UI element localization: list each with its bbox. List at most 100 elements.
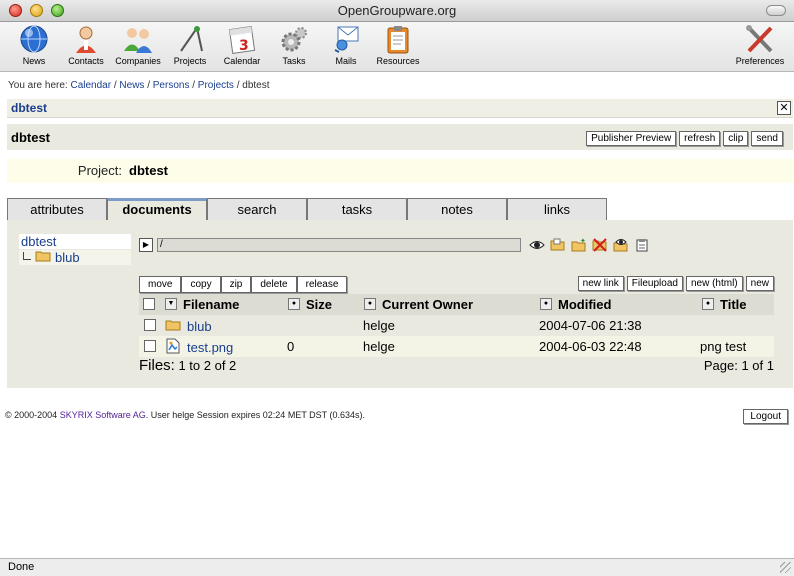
sort-modified-icon[interactable]: ● [540,298,552,310]
folder-icon [165,319,181,334]
file-size: 0 [287,339,295,354]
file-owner: helge [363,318,395,333]
delete-button[interactable]: delete [251,276,297,293]
breadcrumb-persons-link[interactable]: Persons [153,80,190,91]
breadcrumb-current: dbtest [242,80,270,91]
svg-text:3: 3 [239,38,249,54]
col-title[interactable]: Title [720,297,747,312]
breadcrumb: You are here: Calendar / News / Persons … [8,80,270,91]
toolbar-toggle-button[interactable] [766,5,786,16]
copy-button[interactable]: copy [181,276,221,293]
toolbar-contacts[interactable]: Contacts [59,23,113,66]
folder-tree: dbtest blub [19,234,131,265]
toolbar-companies[interactable]: Companies [111,23,165,66]
copyright-text: © 2000-2004 [5,410,58,420]
toolbar-companies-label: Companies [115,56,161,66]
path-input[interactable]: / [157,238,521,252]
file-actions-right: new link Fileupload new (html) new [577,276,774,291]
app-toolbar: News Contacts Companies Projects 3 Calen… [0,22,794,72]
file-name-link[interactable]: test.png [187,340,233,355]
new-html-button[interactable]: new (html) [685,276,743,291]
toolbar-tasks-label: Tasks [282,56,306,66]
publisher-preview-button[interactable]: Publisher Preview [586,131,677,146]
fileupload-button[interactable]: Fileupload [626,276,683,291]
path-tools: ✦ [529,237,650,253]
toolbar-projects[interactable]: Projects [163,23,217,66]
zip-button[interactable]: zip [220,276,252,293]
window-title: OpenGroupware.org [337,3,457,18]
col-size[interactable]: Size [306,297,332,312]
people-icon [122,23,154,55]
col-owner[interactable]: Current Owner [382,297,473,312]
tab-notes[interactable]: notes [407,198,507,220]
title-actions: Publisher Preview refresh clip send [586,131,783,146]
sort-size-icon[interactable]: ● [288,298,300,310]
file-name-link[interactable]: blub [187,319,212,334]
tree-child-item[interactable]: blub [19,250,131,265]
clip-button[interactable]: clip [723,131,749,146]
page-indicator: Page: 1 of 1 [703,358,774,373]
sort-desc-icon[interactable]: ▼ [165,298,177,310]
row-checkbox[interactable] [144,340,156,352]
tab-links[interactable]: links [507,198,607,220]
select-all-checkbox[interactable] [143,298,155,310]
tree-child-label[interactable]: blub [55,250,80,265]
send-button[interactable]: send [751,131,783,146]
project-info-row: Project: dbtest [7,159,793,183]
new-button[interactable]: new [745,276,774,291]
sort-title-icon[interactable]: ● [702,298,714,310]
resize-grip[interactable] [780,562,791,573]
company-link[interactable]: SKYRIX Software AG [60,410,146,420]
tools-icon [744,23,776,55]
toolbar-preferences-label: Preferences [735,56,785,66]
toolbar-tasks[interactable]: Tasks [267,23,321,66]
page-footer: © 2000-2004 SKYRIX Software AG. User hel… [5,410,365,420]
toolbar-calendar-label: Calendar [223,56,261,66]
eye-icon[interactable] [529,237,545,253]
col-filename[interactable]: Filename [183,297,239,312]
toolbar-mails[interactable]: Mails [319,23,373,66]
sort-owner-icon[interactable]: ● [364,298,376,310]
project-title-row: dbtest Publisher Preview refresh clip se… [7,124,793,150]
new-folder-icon[interactable]: ✦ [571,237,587,253]
file-table: ▼ Filename ● Size ● Current Owner ● Modi… [139,294,774,357]
tree-connector [23,251,31,260]
move-button[interactable]: move [139,276,182,293]
toolbar-resources[interactable]: Resources [371,23,425,66]
files-label: Files: [139,357,175,374]
logout-button[interactable]: Logout [743,409,788,424]
col-modified[interactable]: Modified [558,297,611,312]
table-row[interactable]: blub helge 2004-07-06 21:38 [139,315,774,336]
tree-root-item[interactable]: dbtest [19,234,131,249]
page-header-name: dbtest [11,101,47,115]
file-actions-left: move copy zip delete release [139,276,348,293]
toolbar-resources-label: Resources [376,56,420,66]
table-footer: Files: 1 to 2 of 2 Page: 1 of 1 [139,356,774,374]
refresh-button[interactable]: refresh [679,131,721,146]
tab-tasks[interactable]: tasks [307,198,407,220]
go-button[interactable]: ▶ [139,238,153,252]
toolbar-news[interactable]: News [7,23,61,66]
page-title: dbtest [11,130,50,145]
breadcrumb-news-link[interactable]: News [119,80,144,91]
toolbar-contacts-label: Contacts [68,56,104,66]
breadcrumb-calendar-link[interactable]: Calendar [70,80,111,91]
tab-search[interactable]: search [207,198,307,220]
tab-attributes[interactable]: attributes [7,198,107,220]
session-info: . User helge Session expires 02:24 MET D… [145,410,366,420]
row-checkbox[interactable] [144,319,156,331]
permissions-icon[interactable] [613,237,629,253]
clipboard-small-icon[interactable] [634,237,650,253]
new-link-button[interactable]: new link [577,276,624,291]
table-row[interactable]: test.png 0 helge 2004-06-03 22:48 png te… [139,336,774,357]
page-header-bar: dbtest ✕ [7,99,793,118]
toolbar-news-label: News [22,56,46,66]
breadcrumb-projects-link[interactable]: Projects [198,80,234,91]
close-icon[interactable]: ✕ [777,101,791,115]
release-button[interactable]: release [296,276,348,293]
toolbar-preferences[interactable]: Preferences [730,23,790,66]
toolbar-calendar[interactable]: 3 Calendar [215,23,269,66]
open-folder-icon[interactable] [550,237,566,253]
tab-documents[interactable]: documents [107,198,207,220]
delete-folder-icon[interactable] [592,237,608,253]
